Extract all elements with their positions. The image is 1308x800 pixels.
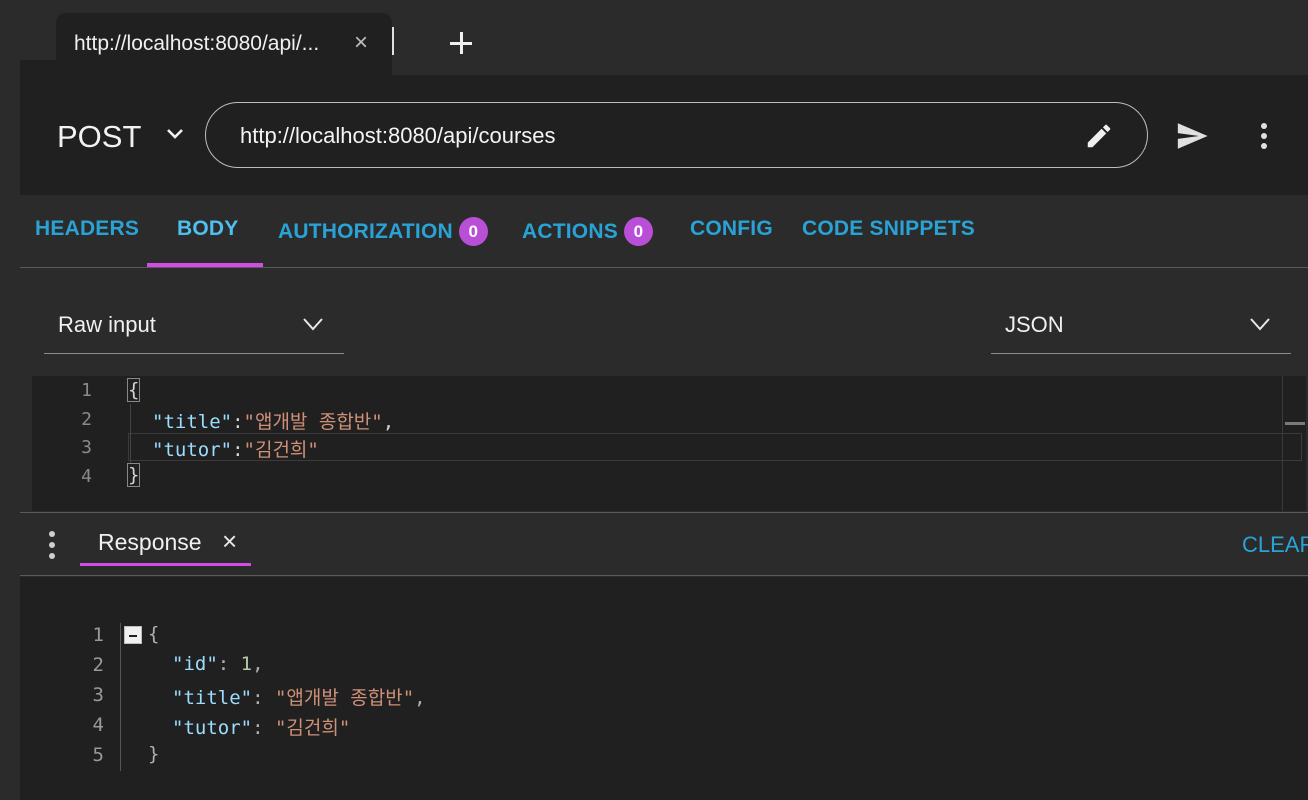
- json-comma: ,: [382, 411, 395, 433]
- request-bar: POST http://localhost:8080/api/courses: [20, 75, 1308, 195]
- input-type-select[interactable]: Raw input: [44, 288, 344, 354]
- pencil-icon[interactable]: [1084, 121, 1114, 151]
- body-editor[interactable]: 1 2 3 4 { "title":"앱개발 종합반", "tutor":"김건…: [32, 376, 1306, 511]
- code-open-brace: {: [126, 378, 141, 402]
- tab-config-label: CONFIG: [690, 217, 773, 240]
- tab-actions[interactable]: ACTIONS 0: [522, 217, 653, 246]
- code-line: "title":"앱개발 종합반",: [152, 407, 394, 434]
- scrollbar-marker: [1285, 422, 1305, 425]
- clear-button[interactable]: CLEAR: [1242, 532, 1308, 558]
- line-number: 3: [81, 437, 92, 458]
- tab-strip-corner: [20, 60, 56, 75]
- chevron-down-icon: [1250, 318, 1270, 331]
- json-key: "id": [172, 653, 218, 675]
- json-separator: :: [252, 717, 275, 739]
- code-line: "tutor": "김건희": [172, 713, 350, 740]
- json-comma: ,: [414, 687, 426, 709]
- active-tab-indicator: [147, 263, 263, 267]
- indent-guide: [130, 404, 131, 464]
- json-value: "김건희": [274, 717, 351, 739]
- authorization-count-badge: 0: [458, 217, 488, 246]
- line-number: 4: [81, 466, 92, 487]
- code-line: "id": 1,: [172, 653, 264, 675]
- line-number: 1: [92, 624, 104, 646]
- json-value: "앱개발 종합반": [274, 687, 415, 709]
- json-key: "title": [172, 687, 253, 709]
- request-config-tabs: HEADERS BODY AUTHORIZATION 0 ACTIONS 0 CON…: [20, 195, 1308, 268]
- more-vert-icon[interactable]: [48, 531, 56, 559]
- json-value: "앱개발 종합반": [243, 411, 383, 433]
- tab-headers[interactable]: HEADERS: [35, 217, 139, 241]
- fold-toggle-icon[interactable]: [124, 626, 142, 644]
- json-separator: :: [217, 653, 241, 675]
- response-tab-indicator: [80, 563, 251, 566]
- response-header: Response × CLEAR: [20, 512, 1308, 576]
- send-icon[interactable]: [1174, 119, 1210, 153]
- editor-scrollbar[interactable]: [1282, 376, 1306, 511]
- request-tab-title: http://localhost:8080/api/...: [74, 32, 320, 55]
- actions-count-badge: 0: [623, 217, 653, 246]
- json-key: "tutor": [152, 439, 233, 461]
- input-type-value: Raw input: [58, 312, 156, 337]
- chevron-down-icon: [303, 318, 323, 331]
- content-type-value: JSON: [1005, 312, 1064, 337]
- tab-authorization-label: AUTHORIZATION: [278, 220, 453, 243]
- tab-body-label: BODY: [177, 217, 239, 240]
- tab-actions-label: ACTIONS: [522, 220, 618, 243]
- tab-body[interactable]: BODY: [177, 217, 238, 241]
- line-number: 5: [92, 744, 104, 766]
- response-viewer[interactable]: 1 2 3 4 5 { "id": 1, "title": "앱개발 종합반",…: [20, 577, 1308, 800]
- json-value: 1: [240, 653, 253, 675]
- code-close-brace: }: [126, 463, 141, 487]
- tab-config[interactable]: CONFIG: [690, 217, 773, 241]
- code-line: "tutor":"김건희": [152, 435, 319, 462]
- url-input[interactable]: http://localhost:8080/api/courses: [205, 102, 1148, 168]
- url-text: http://localhost:8080/api/courses: [240, 123, 556, 148]
- line-number: 2: [81, 409, 92, 430]
- json-separator: :: [232, 411, 244, 433]
- method-select[interactable]: POST: [57, 119, 141, 155]
- code-line: "title": "앱개발 종합반",: [172, 683, 426, 710]
- response-tab[interactable]: Response ×: [80, 513, 250, 565]
- indent-guide: [120, 623, 121, 771]
- json-value: "김건희": [243, 439, 319, 461]
- response-tab-label: Response: [98, 529, 202, 555]
- browser-tab-strip: http://localhost:8080/api/... ×: [0, 0, 1308, 75]
- line-number: 2: [92, 654, 104, 676]
- json-separator: :: [232, 439, 244, 461]
- code-close-brace: }: [148, 743, 160, 765]
- chevron-down-icon[interactable]: [164, 123, 186, 145]
- code-open-brace: {: [148, 623, 160, 645]
- line-number: 1: [81, 380, 92, 401]
- close-tab-icon[interactable]: ×: [354, 29, 368, 57]
- json-comma: ,: [252, 653, 264, 675]
- tab-code-snippets-label: CODE SNIPPETS: [802, 217, 975, 240]
- request-tab[interactable]: http://localhost:8080/api/... ×: [56, 13, 392, 75]
- tab-headers-label: HEADERS: [35, 217, 140, 240]
- new-tab-icon[interactable]: [444, 26, 478, 60]
- tab-authorization[interactable]: AUTHORIZATION 0: [278, 217, 488, 246]
- more-options-icon[interactable]: [1258, 121, 1270, 151]
- content-type-select[interactable]: JSON: [991, 288, 1291, 354]
- close-icon[interactable]: ×: [222, 527, 237, 555]
- tab-code-snippets[interactable]: CODE SNIPPETS: [802, 217, 975, 241]
- tab-divider: [392, 27, 394, 55]
- line-number: 4: [92, 714, 104, 736]
- json-key: "title": [152, 411, 233, 433]
- line-number: 3: [92, 684, 104, 706]
- json-key: "tutor": [172, 717, 253, 739]
- json-separator: :: [252, 687, 275, 709]
